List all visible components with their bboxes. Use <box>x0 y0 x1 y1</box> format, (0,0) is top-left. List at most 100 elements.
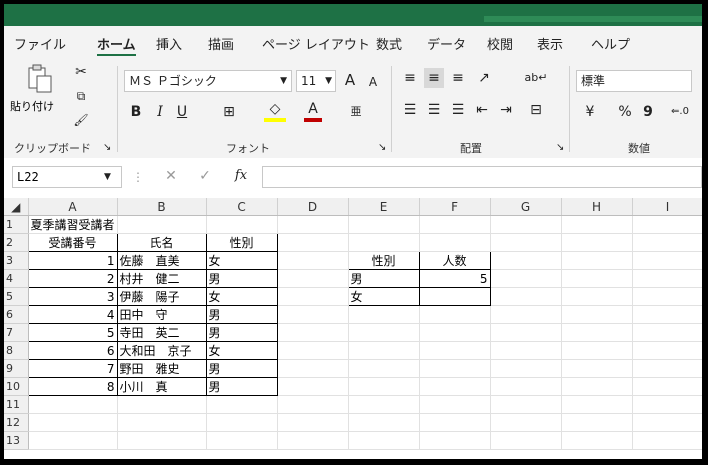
cell-a5[interactable]: 3 <box>27 287 118 306</box>
cell-h10[interactable] <box>561 377 633 396</box>
cell-g5[interactable] <box>490 287 562 306</box>
cell-h5[interactable] <box>561 287 633 306</box>
cell-b2[interactable]: 氏名 <box>116 233 207 252</box>
cell-c1[interactable] <box>206 215 278 234</box>
cell-f13[interactable] <box>419 431 491 450</box>
cell-i7[interactable] <box>632 323 702 342</box>
cell-a9[interactable]: 7 <box>27 359 118 378</box>
cell-b12[interactable] <box>117 413 207 432</box>
cell-c13[interactable] <box>206 431 278 450</box>
tab-draw[interactable]: 描画 <box>208 34 234 53</box>
column-header[interactable]: A <box>28 198 118 216</box>
copy-icon[interactable]: ⧉ <box>72 86 90 106</box>
cell-h11[interactable] <box>561 395 633 414</box>
cell-f1[interactable] <box>419 215 491 234</box>
row-header[interactable]: 1 <box>4 215 29 234</box>
column-header[interactable]: E <box>348 198 420 216</box>
cell-e7[interactable] <box>348 323 420 342</box>
cell-b4[interactable]: 村井 健二 <box>116 269 207 288</box>
cell-d9[interactable] <box>277 359 349 378</box>
tab-help[interactable]: ヘルプ <box>591 34 630 53</box>
tab-data[interactable]: データ <box>427 34 466 53</box>
italic-button[interactable]: I <box>152 102 168 122</box>
cell-c6[interactable]: 男 <box>205 305 278 324</box>
cell-c11[interactable] <box>206 395 278 414</box>
cell-e6[interactable] <box>348 305 420 324</box>
row-header[interactable]: 2 <box>4 233 29 252</box>
column-header[interactable]: H <box>561 198 633 216</box>
cell-d10[interactable] <box>277 377 349 396</box>
cell-a11[interactable] <box>28 395 118 414</box>
cell-h13[interactable] <box>561 431 633 450</box>
row-header[interactable]: 9 <box>4 359 29 378</box>
cell-e9[interactable] <box>348 359 420 378</box>
cell-g2[interactable] <box>490 233 562 252</box>
cell-a3[interactable]: 1 <box>27 251 118 270</box>
cell-g9[interactable] <box>490 359 562 378</box>
cell-c7[interactable]: 男 <box>205 323 278 342</box>
cell-i3[interactable] <box>632 251 702 270</box>
cell-e13[interactable] <box>348 431 420 450</box>
cell-h3[interactable] <box>561 251 633 270</box>
cell-e10[interactable] <box>348 377 420 396</box>
cell-c10[interactable]: 男 <box>205 377 278 396</box>
cell-c3[interactable]: 女 <box>205 251 278 270</box>
row-header[interactable]: 3 <box>4 251 29 270</box>
cell-i6[interactable] <box>632 305 702 324</box>
paste-icon[interactable] <box>24 64 54 94</box>
row-header[interactable]: 13 <box>4 431 29 450</box>
cell-d2[interactable] <box>277 233 349 252</box>
orientation-icon[interactable]: ↗ <box>474 68 494 88</box>
tab-home[interactable]: ホーム <box>97 34 136 56</box>
increase-indent-icon[interactable]: ⇥ <box>496 100 516 120</box>
shrink-font-button[interactable]: A <box>364 72 382 92</box>
grow-font-button[interactable]: A <box>340 70 360 90</box>
cell-b8[interactable]: 大和田 京子 <box>116 341 207 360</box>
row-header[interactable]: 10 <box>4 377 29 396</box>
cell-a1[interactable]: 夏季講習受講者 <box>28 215 118 234</box>
cell-d4[interactable] <box>277 269 349 288</box>
comma-style-button[interactable]: 9 <box>640 102 656 122</box>
underline-button[interactable]: U <box>174 102 190 122</box>
enter-icon[interactable]: ✓ <box>196 166 214 186</box>
row-header[interactable]: 5 <box>4 287 29 306</box>
cell-i13[interactable] <box>632 431 702 450</box>
cell-d8[interactable] <box>277 341 349 360</box>
cell-d13[interactable] <box>277 431 349 450</box>
cell-i12[interactable] <box>632 413 702 432</box>
cell-i4[interactable] <box>632 269 702 288</box>
fill-color-icon[interactable]: ◇ <box>264 100 286 122</box>
cell-b10[interactable]: 小川 真 <box>116 377 207 396</box>
column-header[interactable]: B <box>117 198 207 216</box>
cell-i5[interactable] <box>632 287 702 306</box>
cell-f11[interactable] <box>419 395 491 414</box>
cell-g6[interactable] <box>490 305 562 324</box>
row-header[interactable]: 4 <box>4 269 29 288</box>
align-right-icon[interactable]: ☰ <box>448 100 468 120</box>
font-color-button[interactable]: A <box>304 100 322 122</box>
cell-b7[interactable]: 寺田 英二 <box>116 323 207 342</box>
cell-i9[interactable] <box>632 359 702 378</box>
column-header[interactable]: C <box>206 198 278 216</box>
cell-e5[interactable]: 女 <box>347 287 420 306</box>
column-header[interactable]: D <box>277 198 349 216</box>
cell-g3[interactable] <box>490 251 562 270</box>
column-header[interactable]: F <box>419 198 491 216</box>
borders-icon[interactable]: ⊞ <box>218 102 240 122</box>
cell-g1[interactable] <box>490 215 562 234</box>
cell-f2[interactable] <box>419 233 491 252</box>
cell-b11[interactable] <box>117 395 207 414</box>
row-header[interactable]: 7 <box>4 323 29 342</box>
cell-b9[interactable]: 野田 雅史 <box>116 359 207 378</box>
cell-g11[interactable] <box>490 395 562 414</box>
tab-insert[interactable]: 挿入 <box>156 34 182 53</box>
cell-c2[interactable]: 性別 <box>205 233 278 252</box>
cell-e4[interactable]: 男 <box>347 269 420 288</box>
cell-h7[interactable] <box>561 323 633 342</box>
number-format-select[interactable]: 標準 <box>576 70 692 92</box>
cell-a8[interactable]: 6 <box>27 341 118 360</box>
cell-b3[interactable]: 佐藤 直美 <box>116 251 207 270</box>
cell-b13[interactable] <box>117 431 207 450</box>
select-all-corner[interactable]: ◢ <box>4 198 29 216</box>
cell-d3[interactable] <box>277 251 349 270</box>
